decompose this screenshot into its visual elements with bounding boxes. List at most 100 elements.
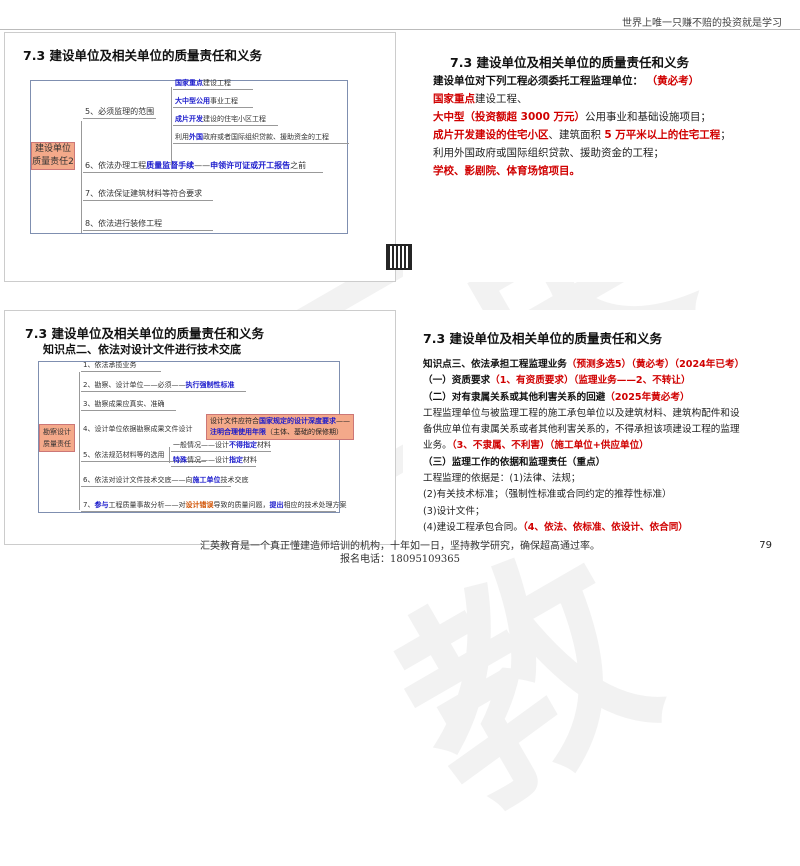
text-segment: 情况——设计: [187, 456, 229, 464]
text-segment: 申领许可证或开工报告: [210, 161, 291, 170]
text-segment: 7、: [83, 501, 95, 509]
text-segment: 5、必须监理的范围: [85, 107, 155, 116]
text-segment: 、建筑面积: [548, 129, 605, 141]
text-segment: 学校、影剧院、体育场馆项目。: [433, 165, 580, 177]
text-segment: 指定: [229, 456, 243, 464]
mind-map-item: 7、参与工程质量事故分析——对设计错误导致的质量问题，提出相应的技术处理方案: [81, 500, 346, 512]
mind-map-subitem: 国家重点建设工程: [173, 78, 253, 90]
text-segment: 国家规定的设计深度要求: [259, 417, 336, 425]
text-segment: 3、勘察成果应真实、准确: [83, 400, 165, 408]
slide-bottom-right: 7.3 建设单位及相关单位的质量责任和义务 知识点三、依法承担工程监理业务（预测…: [403, 310, 797, 545]
text-segment: 国家重点: [175, 79, 203, 87]
text-segment: 设计错误: [185, 501, 214, 509]
text-segment: 一般情况——设计: [173, 441, 229, 449]
slide-body: 知识点三、依法承担工程监理业务（预测多选5）（黄必考）（2024年已考） （一）…: [423, 357, 744, 536]
text-segment: 技术交底: [220, 476, 249, 484]
text-line: 知识点三、依法承担工程监理业务（预测多选5）（黄必考）（2024年已考）: [423, 357, 744, 373]
mind-map-root: 勘察设计质量责任: [39, 424, 75, 452]
branch-line: [171, 87, 172, 165]
text-segment: 相应的技术处理方案: [283, 501, 347, 509]
slide-subtitle: 知识点二、依法对设计文件进行技术交底: [43, 343, 241, 356]
text-segment: 材料: [243, 456, 257, 464]
slide-title: 7.3 建设单位及相关单位的质量责任和义务: [423, 331, 662, 346]
text-line: （一）资质要求（1、有资质要求）（监理业务——2、不转让）: [423, 373, 744, 389]
text-segment: 外国: [189, 133, 203, 141]
footer: 汇英教育是一个真正懂建造师培训的机构，十年如一日，坚持教学研究，确保超高通过率。…: [0, 540, 800, 566]
text-segment: 业务。: [423, 440, 452, 452]
text-segment: 事业工程: [210, 97, 238, 105]
text-segment: 不得指定: [229, 441, 257, 449]
text-segment: 大中型（投资额超 3000 万元）: [433, 111, 586, 123]
mind-map-item: 8、依法进行装修工程: [83, 218, 213, 231]
text-segment: 工程质量事故分析——对: [108, 501, 186, 509]
text-segment: 8、依法进行装修工程: [85, 219, 163, 228]
text-segment: 备供应单位有隶属关系或者其他利害关系的，不得承担该项建设工程的监理: [423, 424, 740, 436]
text-segment: 5、依法规范材料等的选用: [83, 451, 165, 459]
text-line: 建设单位对下列工程必须委托工程监理单位： （黄必考）: [433, 72, 731, 90]
text-segment: （一）资质要求: [423, 375, 491, 387]
mind-map-item: 5、必须监理的范围: [83, 106, 157, 119]
mind-map-item: 2、勘察、设计单位——必须——执行强制性标准: [81, 380, 246, 392]
footer-phone: 报名电话：18095109365: [340, 554, 460, 565]
text-segment: 施工单位: [192, 476, 221, 484]
text-segment: （2025年黄必考）: [605, 391, 690, 403]
text-segment: （3、不隶属、不利害）（施工单位+供应单位）: [451, 440, 649, 452]
text-segment: 6、依法办理工程: [85, 161, 147, 170]
header-divider: [0, 29, 800, 30]
mind-map-subitem: 利用外国政府或者国际组织贷款、援助资金的工程: [173, 132, 349, 144]
qr-code: [386, 244, 412, 270]
branch-line: [169, 447, 170, 463]
text-segment: 建设的住宅小区工程: [203, 115, 266, 123]
text-segment: 注明合理使用年限: [210, 428, 266, 436]
mind-map-item: 7、依法保证建筑材料等符合要求: [83, 188, 213, 201]
text-line: 大中型（投资额超 3000 万元）公用事业和基础设施项目；: [433, 108, 731, 126]
text-segment: ——: [336, 417, 350, 425]
text-segment: 工程监理的依据是：(1)法律、法规；: [423, 473, 581, 485]
text-segment: 公用事业和基础设施项目；: [585, 111, 712, 123]
text-segment: 国家重点: [433, 93, 475, 105]
slide-bottom-left: 7.3 建设单位及相关单位的质量责任和义务 知识点二、依法对设计文件进行技术交底…: [4, 310, 396, 545]
text-segment: 设计文件应符合: [210, 417, 259, 425]
text-segment: 1、依法承揽业务: [83, 361, 137, 369]
text-segment: 成片开发建设的住宅小区: [433, 129, 549, 141]
text-line: 设计文件应符合国家规定的设计深度要求——: [210, 416, 350, 427]
text-segment: (2)有关技术标准；（强制性标准或合同约定的推荐性标准）: [423, 489, 672, 501]
text-segment: （主体、基础的保修期）: [266, 428, 343, 436]
text-segment: (4)建设工程承包合同。: [423, 521, 523, 533]
text-segment: 7、依法保证建筑材料等符合要求: [85, 189, 203, 198]
text-segment: （黄必考）: [643, 75, 700, 87]
text-segment: 6、依法对设计文件技术交底——向: [83, 476, 193, 484]
text-line: 利用外国政府或国际组织贷款、援助资金的工程；: [433, 144, 731, 162]
mind-map-item: 6、依法对设计文件技术交底——向施工单位技术交底: [81, 475, 248, 487]
mind-map: 勘察设计质量责任 1、依法承揽业务 2、勘察、设计单位——必须——执行强制性标准…: [38, 360, 354, 513]
text-segment: 提出: [269, 501, 284, 509]
text-segment: 政府或者国际组织贷款、援助资金的工程: [203, 133, 329, 141]
text-segment: 导致的质量问题，: [213, 501, 270, 509]
slide-title: 7.3 建设单位及相关单位的质量责任和义务: [450, 55, 689, 70]
branch-line: [79, 372, 80, 510]
text-line: 国家重点建设工程、: [433, 90, 731, 108]
text-segment: ——: [194, 161, 211, 170]
text-segment: 5 万平米以上的住宅工程: [604, 129, 721, 141]
text-segment: 利用外国政府或国际组织贷款、援助资金的工程；: [433, 147, 664, 159]
header-motto: 世界上唯一只赚不赔的投资就是学习: [622, 18, 782, 29]
text-segment: (3)设计文件；: [423, 505, 485, 517]
text-line: (4)建设工程承包合同。（4、依法、依标准、依设计、依合同）: [423, 520, 744, 536]
text-segment: ；: [720, 129, 731, 141]
mind-map-item: 1、依法承揽业务: [81, 360, 161, 372]
text-segment: 特殊: [173, 456, 187, 464]
mind-map-subitem: 成片开发建设的住宅小区工程: [173, 114, 278, 126]
mind-map-item: 3、勘察成果应真实、准确: [81, 399, 176, 411]
text-segment: 工程监理单位与被监理工程的施工承包单位以及建筑材料、建筑构配件和设: [423, 407, 740, 419]
mind-map-subitem: 特殊情况——设计指定材料: [171, 455, 257, 467]
text-line: 业务。（3、不隶属、不利害）（施工单位+供应单位）: [423, 438, 744, 454]
slide-body: 建设单位对下列工程必须委托工程监理单位： （黄必考） 国家重点建设工程、 大中型（投…: [433, 72, 731, 180]
text-segment: 成片开发: [175, 115, 203, 123]
text-segment: 知识点三、依法承担工程监理业务: [423, 359, 567, 370]
text-segment: 4、设计单位依据勘察成果文件设计: [83, 425, 193, 433]
text-segment: （预测多选5）（黄必考）（2024年已考）: [566, 359, 745, 370]
text-segment: 2、勘察、设计单位——必须——: [83, 381, 186, 389]
text-segment: （1、有资质要求）（监理业务——2、不转让）: [490, 375, 691, 387]
mind-map: 建设单位质量责任2 5、必须监理的范围 6、依法办理工程质量监督手续——申领许可…: [30, 78, 349, 234]
text-line: 工程监理单位与被监理工程的施工承包单位以及建筑材料、建筑构配件和设: [423, 406, 744, 422]
